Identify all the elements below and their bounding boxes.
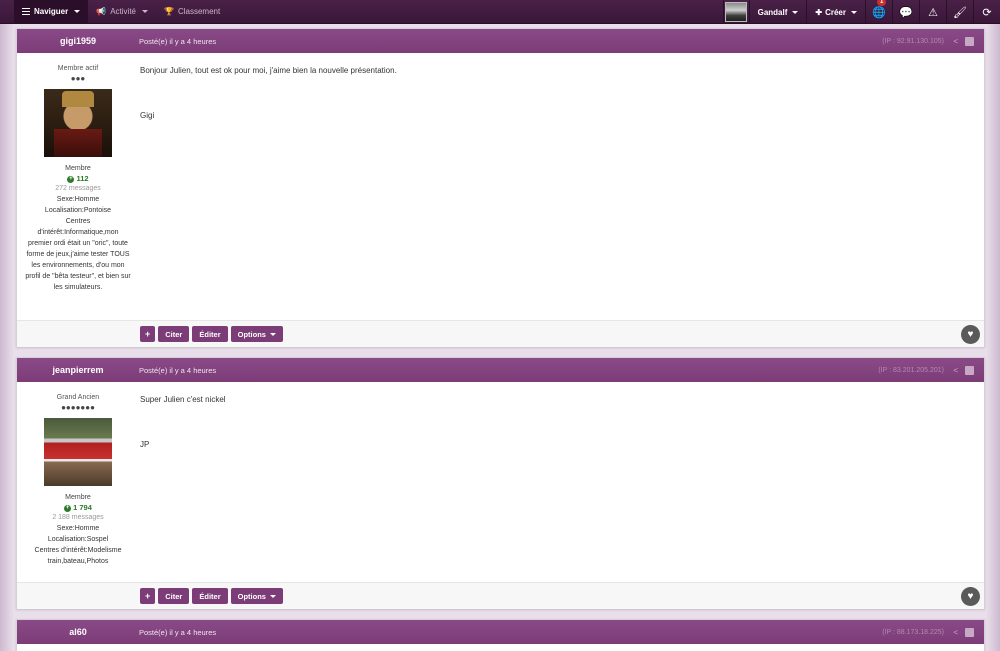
post: jeanpierrem Posté(e) il y a 4 heures (IP… xyxy=(16,357,985,609)
caret-down-icon xyxy=(270,594,277,598)
list-icon xyxy=(22,8,30,15)
post-date[interactable]: Posté(e) il y a 4 heures xyxy=(139,37,216,46)
options-button[interactable]: Options xyxy=(230,588,284,604)
caret-down-icon xyxy=(74,10,81,13)
rank-title: Grand Ancien xyxy=(56,394,100,401)
post-ip: (IP : 83.201.205.201) xyxy=(878,366,944,374)
post-footer: + Citer Éditer Options ♥ xyxy=(17,582,984,609)
user-name: Gandalf xyxy=(757,7,788,17)
theme-button[interactable]: 🖌 xyxy=(946,0,973,24)
plus-circle-icon: + xyxy=(67,175,75,183)
post-body: Grand Ancien ●●●●●●● Membre +1 794 2 188… xyxy=(17,382,984,609)
profile-info: Sexe:Homme Localisation:Sospel Centres d… xyxy=(34,525,122,565)
post-content: Super Julien c'est nickel JP xyxy=(140,395,974,485)
top-navbar: Naviguer 📢 Activité 🏆 Classement Gandalf… xyxy=(0,0,1000,24)
post-header: jeanpierrem Posté(e) il y a 4 heures (IP… xyxy=(17,358,984,382)
post-header: al60 Posté(e) il y a 4 heures (IP : 88.1… xyxy=(17,620,984,644)
post-paragraph: Super Julien c'est nickel xyxy=(140,395,226,404)
user-avatar-mini[interactable] xyxy=(722,0,749,24)
browse-menu[interactable]: Naviguer xyxy=(14,0,89,24)
post-date[interactable]: Posté(e) il y a 4 heures xyxy=(139,628,216,637)
messages-button[interactable]: 💬 xyxy=(892,0,919,24)
edit-button[interactable]: Éditer xyxy=(192,326,228,342)
message-count: 2 188 messages xyxy=(52,514,104,521)
ranking-link[interactable]: 🏆 Classement xyxy=(156,0,228,24)
warning-icon: ⚠ xyxy=(928,6,938,19)
reputation: +1 794 xyxy=(17,503,139,512)
caret-down-icon xyxy=(851,10,857,14)
options-label: Options xyxy=(237,329,266,339)
like-heart-icon[interactable]: ♥ xyxy=(961,587,980,606)
caret-down-icon xyxy=(142,10,148,13)
select-checkbox[interactable] xyxy=(965,365,974,375)
user-menu[interactable]: Gandalf xyxy=(748,0,807,24)
post-author[interactable]: jeanpierrem xyxy=(17,365,139,375)
create-label: Créer xyxy=(825,7,846,17)
member-group: Membre xyxy=(65,165,91,172)
edit-button[interactable]: Éditer xyxy=(192,588,228,604)
globe-icon: 🌐 xyxy=(872,6,886,19)
trophy-icon: 🏆 xyxy=(164,7,174,16)
avatar[interactable] xyxy=(44,89,112,157)
quote-button[interactable]: Citer xyxy=(158,588,190,604)
share-icon[interactable]: < xyxy=(953,628,958,637)
refresh-button[interactable]: ⟳ xyxy=(973,0,1000,24)
select-checkbox[interactable] xyxy=(965,36,974,46)
post-paragraph: Bonjour Julien, tout est ok pour moi, j'… xyxy=(140,66,397,75)
create-menu[interactable]: ✚ Créer xyxy=(806,0,865,24)
ranking-label: Classement xyxy=(177,7,221,16)
share-icon[interactable]: < xyxy=(953,366,958,375)
author-info: Membre actif ●●● Membre +112 272 message… xyxy=(17,53,139,293)
post-author[interactable]: al60 xyxy=(17,627,139,637)
reputation: +112 xyxy=(17,174,139,183)
activity-menu[interactable]: 📢 Activité xyxy=(88,0,156,24)
like-heart-icon[interactable]: ♥ xyxy=(961,325,980,344)
options-label: Options xyxy=(237,591,266,601)
post-footer: + Citer Éditer Options ♥ xyxy=(17,320,984,347)
reputation-value: 1 794 xyxy=(73,503,92,512)
chat-icon: 💬 xyxy=(899,6,913,19)
refresh-icon: ⟳ xyxy=(982,6,992,19)
share-icon[interactable]: < xyxy=(953,37,958,46)
message-count: 272 messages xyxy=(55,185,101,192)
post-content: Bonjour Julien, tout est ok pour moi, j'… xyxy=(140,66,974,156)
plus-icon: ✚ xyxy=(815,7,823,17)
megaphone-icon: 📢 xyxy=(96,7,107,16)
plus-circle-icon: + xyxy=(64,504,72,512)
post-date[interactable]: Posté(e) il y a 4 heures xyxy=(139,366,216,375)
caret-down-icon xyxy=(270,332,277,336)
member-group: Membre xyxy=(65,494,91,501)
profile-info: Sexe:Homme Localisation:Pontoise Centres… xyxy=(25,196,131,291)
rank-pips: ●●●●●●● xyxy=(61,403,95,412)
post-signature: Gigi xyxy=(140,111,155,120)
quote-button[interactable]: Citer xyxy=(158,326,190,342)
rank-pips: ●●● xyxy=(70,74,86,83)
post-body: Membre actif ●●● Membre +112 272 message… xyxy=(17,53,984,347)
post-header: gigi1959 Posté(e) il y a 4 heures (IP : … xyxy=(17,29,984,53)
post-author[interactable]: gigi1959 xyxy=(17,36,139,46)
select-checkbox[interactable] xyxy=(965,627,974,637)
options-button[interactable]: Options xyxy=(230,326,284,342)
activity-label: Activité xyxy=(110,7,136,16)
reputation-value: 112 xyxy=(76,174,89,183)
report-button[interactable]: ⚠ xyxy=(919,0,946,24)
post-signature: JP xyxy=(140,440,150,449)
post-ip: (IP : 88.173.18.225) xyxy=(882,628,944,636)
notifications-button[interactable]: 🌐 1 xyxy=(865,0,892,24)
post-ip: (IP : 92.91.130.105) xyxy=(882,37,944,45)
post: al60 Posté(e) il y a 4 heures (IP : 88.1… xyxy=(16,619,985,651)
avatar[interactable] xyxy=(44,418,112,486)
browse-label: Naviguer xyxy=(34,7,69,16)
post: gigi1959 Posté(e) il y a 4 heures (IP : … xyxy=(16,28,985,347)
author-info: Grand Ancien ●●●●●●● Membre +1 794 2 188… xyxy=(17,382,139,567)
multiquote-button[interactable]: + xyxy=(140,326,156,342)
caret-down-icon xyxy=(792,10,799,14)
brush-icon: 🖌 xyxy=(953,6,967,19)
rank-title: Membre actif xyxy=(57,65,99,72)
multiquote-button[interactable]: + xyxy=(140,588,156,604)
